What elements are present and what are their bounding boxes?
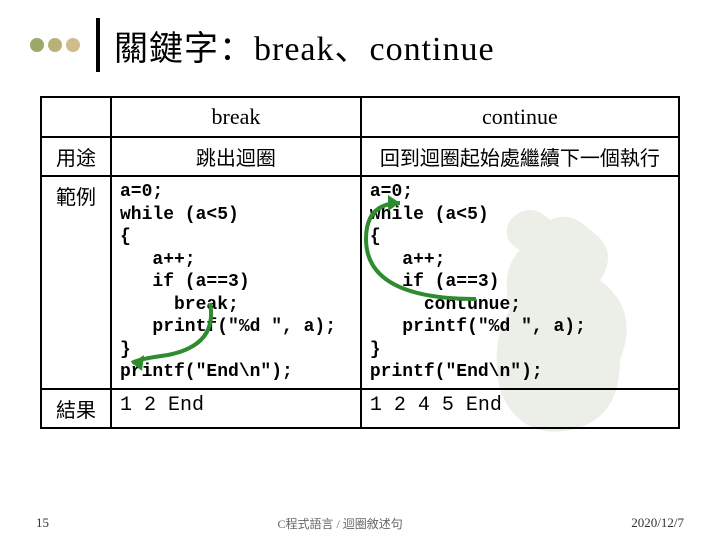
bullet-dots — [30, 38, 80, 52]
row-label-result: 結果 — [41, 389, 111, 428]
usage-continue: 回到迴圈起始處繼續下一個執行 — [361, 137, 679, 176]
usage-break: 跳出迴圈 — [111, 137, 361, 176]
result-continue: 1 2 4 5 End — [361, 389, 679, 428]
dot-icon — [30, 38, 44, 52]
result-break: 1 2 End — [111, 389, 361, 428]
title-divider — [96, 18, 100, 72]
corner-cell — [41, 97, 111, 137]
code-continue-cell: a=0; while (a<5) { a++; if (a==3) contun… — [361, 176, 679, 389]
slide-footer: 15 C程式語言 / 迴圈敘述句 2020/12/7 — [0, 515, 720, 532]
row-label-example: 範例 — [41, 176, 111, 389]
header-continue: continue — [361, 97, 679, 137]
code-break: a=0; while (a<5) { a++; if (a==3) break;… — [120, 181, 352, 384]
slide-title-row: 關鍵字：break、continue — [0, 0, 720, 96]
code-break-cell: a=0; while (a<5) { a++; if (a==3) break;… — [111, 176, 361, 389]
footer-date: 2020/12/7 — [631, 515, 684, 532]
comparison-table: break continue 用途 跳出迴圈 回到迴圈起始處繼續下一個執行 範例… — [40, 96, 680, 429]
dot-icon — [66, 38, 80, 52]
footer-caption: C程式語言 / 迴圈敘述句 — [277, 515, 402, 532]
row-label-usage: 用途 — [41, 137, 111, 176]
dot-icon — [48, 38, 62, 52]
header-break: break — [111, 97, 361, 137]
slide-title: 關鍵字：break、continue — [114, 21, 495, 70]
code-continue: a=0; while (a<5) { a++; if (a==3) contun… — [370, 181, 670, 384]
page-number: 15 — [36, 515, 49, 532]
